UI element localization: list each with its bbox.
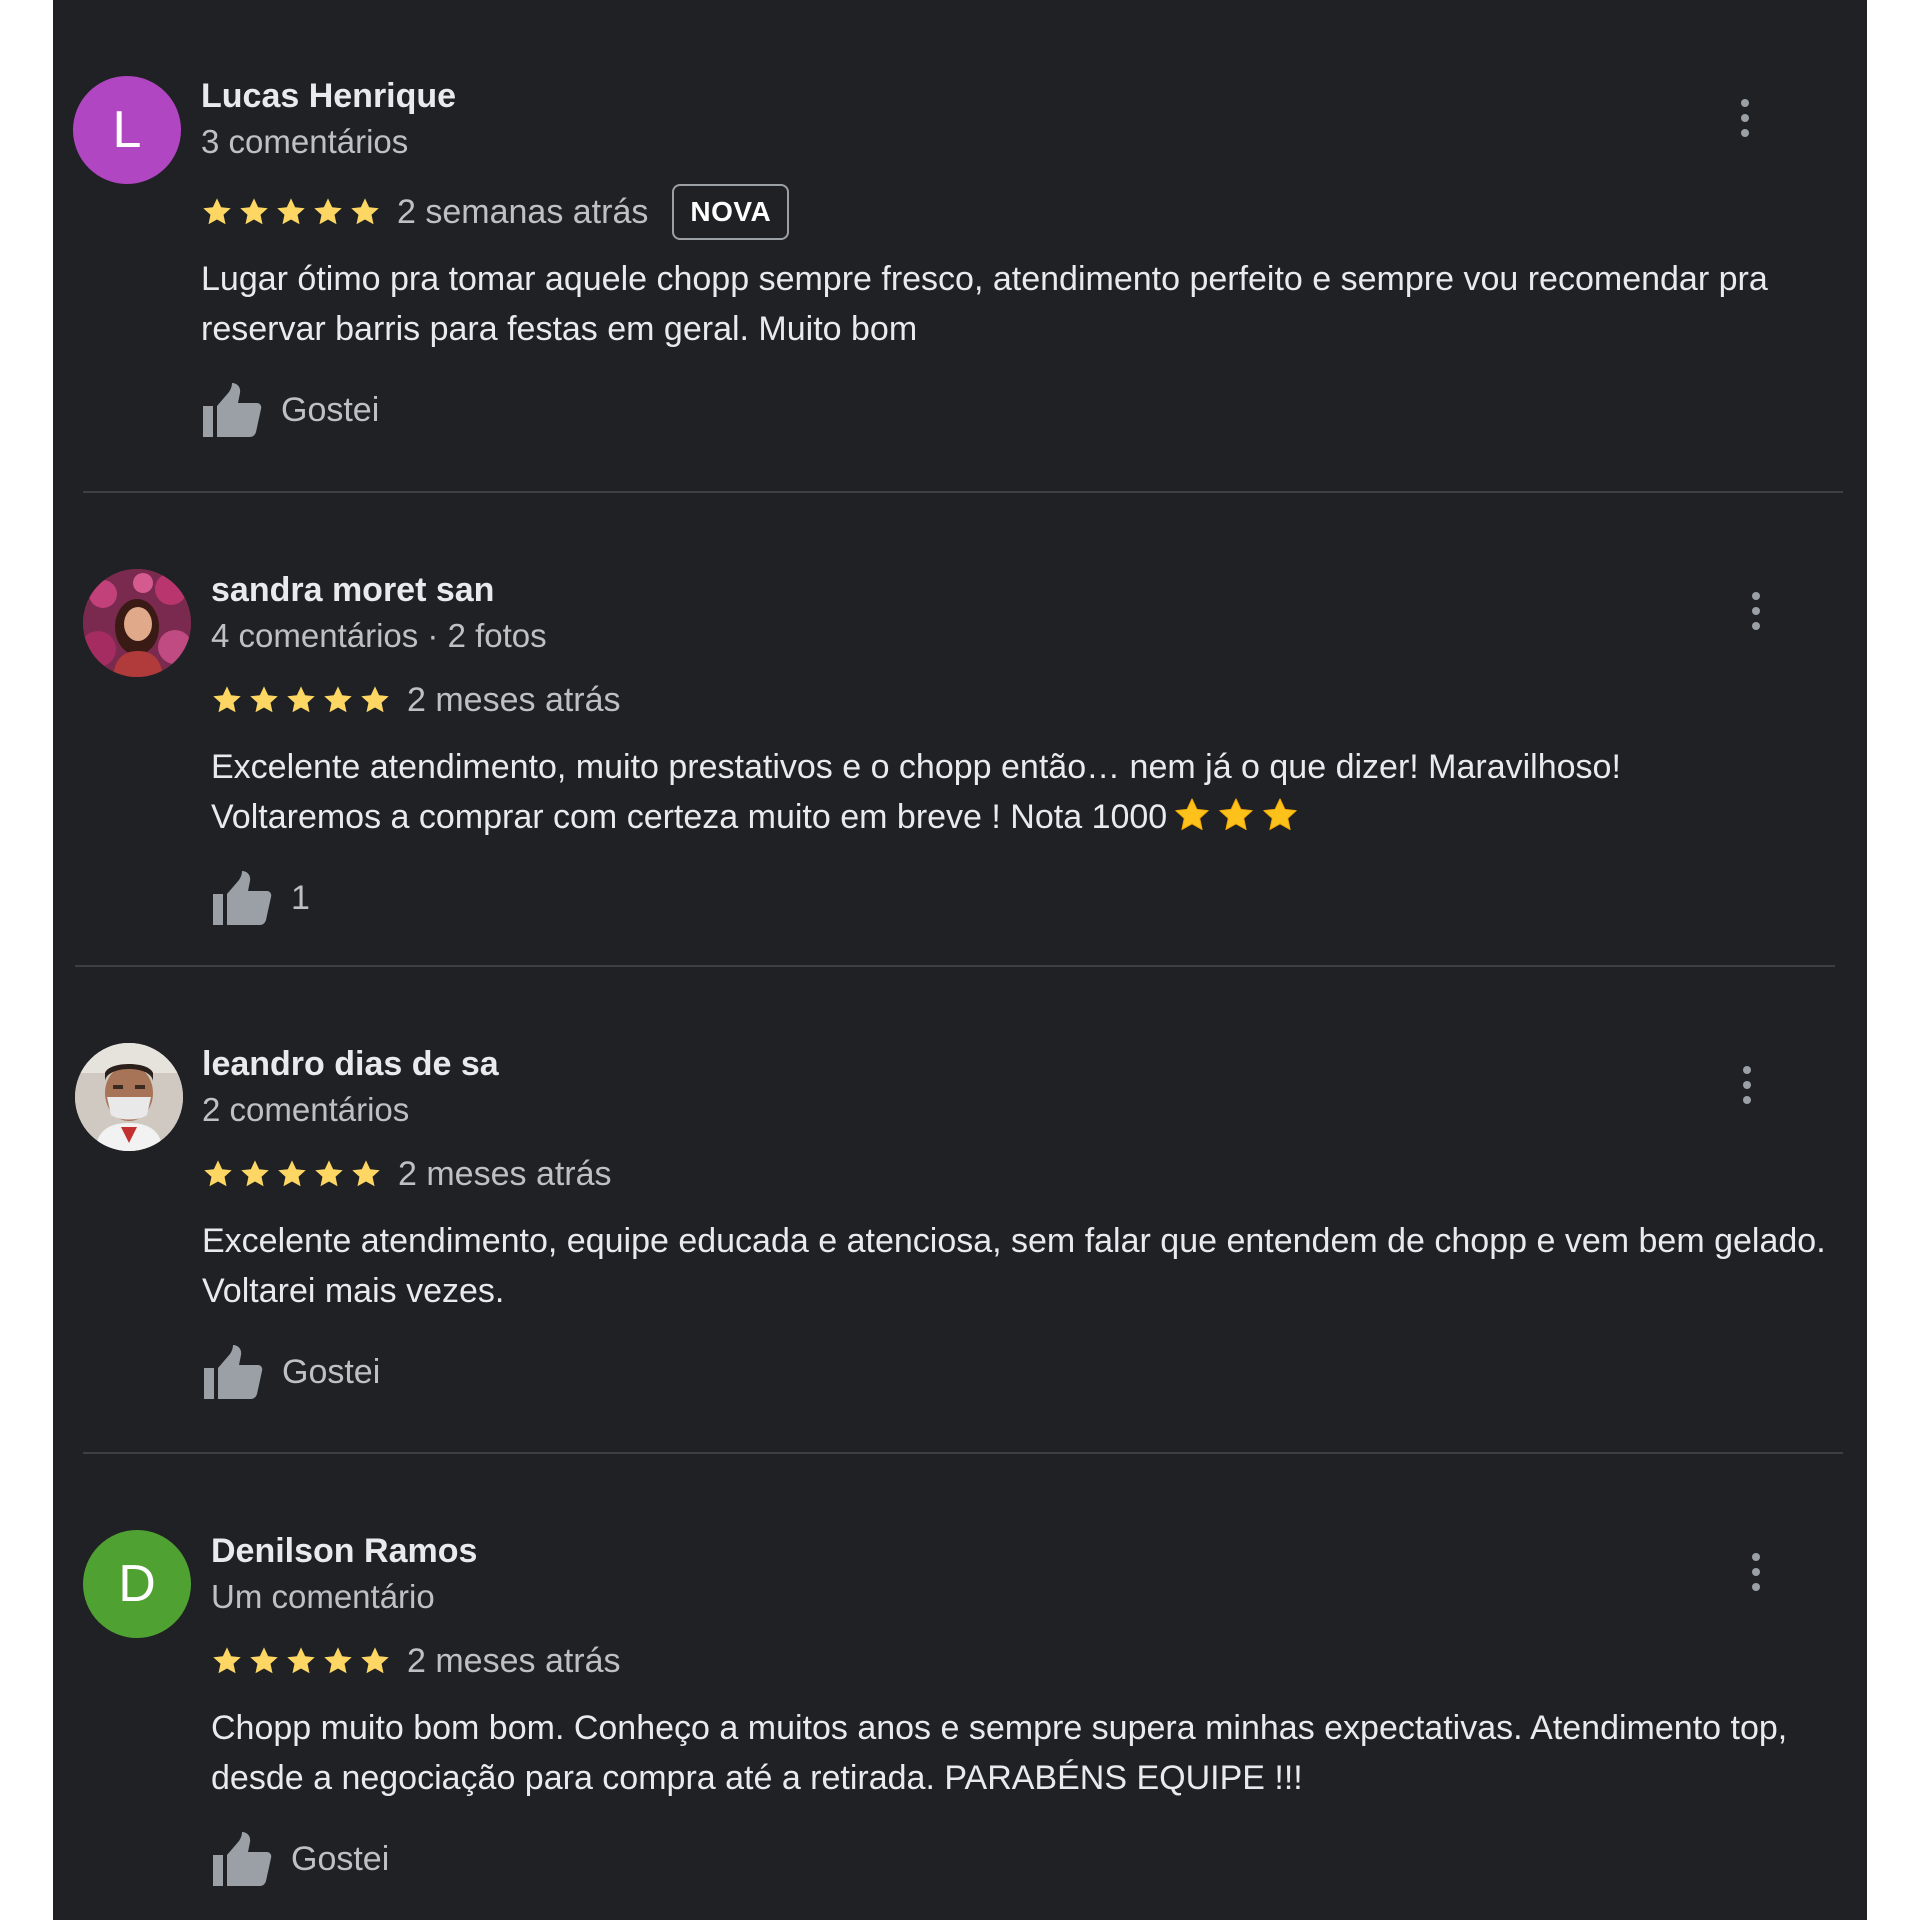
like-button[interactable]: Gostei: [211, 1830, 389, 1888]
review-text: Excelente atendimento, muito prestativos…: [211, 742, 1827, 842]
star-icon: [201, 196, 233, 228]
reviewer-meta: 2 comentários: [202, 1091, 410, 1128]
avatar-initial: D: [118, 1555, 156, 1613]
rating-row: 2 meses atrás: [211, 670, 1827, 730]
more-vert-icon: [1750, 1551, 1762, 1593]
like-button[interactable]: Gostei: [201, 381, 379, 439]
star-rating: [211, 684, 391, 716]
more-options-button[interactable]: [1725, 88, 1765, 148]
star-icon: [248, 684, 280, 716]
review-date: 2 semanas atrás: [397, 192, 649, 231]
star-icon: [239, 1158, 271, 1190]
review-date: 2 meses atrás: [398, 1154, 612, 1193]
star-emoji-icon: [1261, 796, 1299, 834]
avatar[interactable]: D: [83, 1530, 191, 1638]
reviewer-meta: 3 comentários: [201, 123, 409, 160]
reviews-panel: L Lucas Henrique 3 comentários 2 semanas…: [53, 0, 1867, 1920]
star-icon: [248, 1645, 280, 1677]
more-options-button[interactable]: [1736, 1542, 1776, 1602]
review-date: 2 meses atrás: [407, 1641, 621, 1680]
thumbs-up-icon: [201, 381, 263, 439]
reviewer-name[interactable]: leandro dias de sa: [202, 1042, 1827, 1086]
like-label: Gostei: [282, 1352, 381, 1391]
like-label: Gostei: [281, 390, 380, 429]
star-icon: [349, 196, 381, 228]
star-icon: [359, 1645, 391, 1677]
star-icon: [313, 1158, 345, 1190]
more-vert-icon: [1741, 1064, 1753, 1106]
star-icon: [312, 196, 344, 228]
star-rating: [201, 196, 381, 228]
star-emoji-icon: [1173, 796, 1211, 834]
thumbs-up-icon: [211, 869, 273, 927]
star-icon: [276, 1158, 308, 1190]
divider: [83, 491, 1843, 493]
reviewer-name[interactable]: sandra moret san: [211, 568, 1827, 612]
more-vert-icon: [1739, 97, 1751, 139]
more-vert-icon: [1750, 590, 1762, 632]
new-badge: NOVA: [672, 184, 790, 240]
review-text-line: Excelente atendimento, muito prestativos…: [211, 748, 1621, 786]
reviewer-name[interactable]: Lucas Henrique: [201, 74, 1827, 118]
star-icon: [238, 196, 270, 228]
like-count: 1: [291, 878, 310, 917]
star-icon: [322, 684, 354, 716]
rating-row: 2 semanas atrás NOVA: [201, 182, 1827, 242]
like-button[interactable]: Gostei: [202, 1343, 380, 1401]
avatar-initial: L: [112, 101, 142, 159]
star-icon: [275, 196, 307, 228]
reviewer-meta: 4 comentários · 2 fotos: [211, 617, 547, 654]
like-row: 1: [211, 868, 1827, 928]
divider: [75, 965, 1835, 967]
more-options-button[interactable]: [1727, 1055, 1767, 1115]
like-row: Gostei: [201, 380, 1827, 440]
profile-photo: [83, 569, 191, 677]
rating-row: 2 meses atrás: [202, 1144, 1827, 1204]
profile-photo: [75, 1043, 183, 1151]
review-text: Chopp muito bom bom. Conheço a muitos an…: [211, 1709, 1788, 1797]
review-date: 2 meses atrás: [407, 680, 621, 719]
thumbs-up-icon: [211, 1830, 273, 1888]
like-row: Gostei: [202, 1342, 1827, 1402]
divider: [83, 1452, 1843, 1454]
star-emoji-icon: [1217, 796, 1255, 834]
review-text: Lugar ótimo pra tomar aquele chopp sempr…: [201, 260, 1768, 348]
review-text: Excelente atendimento, equipe educada e …: [202, 1222, 1826, 1310]
star-icon: [211, 1645, 243, 1677]
star-icon: [359, 684, 391, 716]
star-icon: [285, 1645, 317, 1677]
star-icon: [322, 1645, 354, 1677]
reviewer-meta: Um comentário: [211, 1578, 435, 1615]
like-row: Gostei: [211, 1829, 1827, 1889]
like-label: Gostei: [291, 1839, 390, 1878]
like-button[interactable]: 1: [211, 869, 310, 927]
star-rating: [211, 1645, 391, 1677]
rating-row: 2 meses atrás: [211, 1631, 1827, 1691]
star-icon: [202, 1158, 234, 1190]
review-text-line: Voltaremos a comprar com certeza muito e…: [211, 798, 1168, 836]
more-options-button[interactable]: [1736, 581, 1776, 641]
avatar[interactable]: [83, 569, 191, 677]
avatar[interactable]: L: [73, 76, 181, 184]
star-icon: [285, 684, 317, 716]
star-icon: [211, 684, 243, 716]
avatar[interactable]: [75, 1043, 183, 1151]
reviewer-name[interactable]: Denilson Ramos: [211, 1529, 1827, 1573]
thumbs-up-icon: [202, 1343, 264, 1401]
star-icon: [350, 1158, 382, 1190]
star-rating: [202, 1158, 382, 1190]
